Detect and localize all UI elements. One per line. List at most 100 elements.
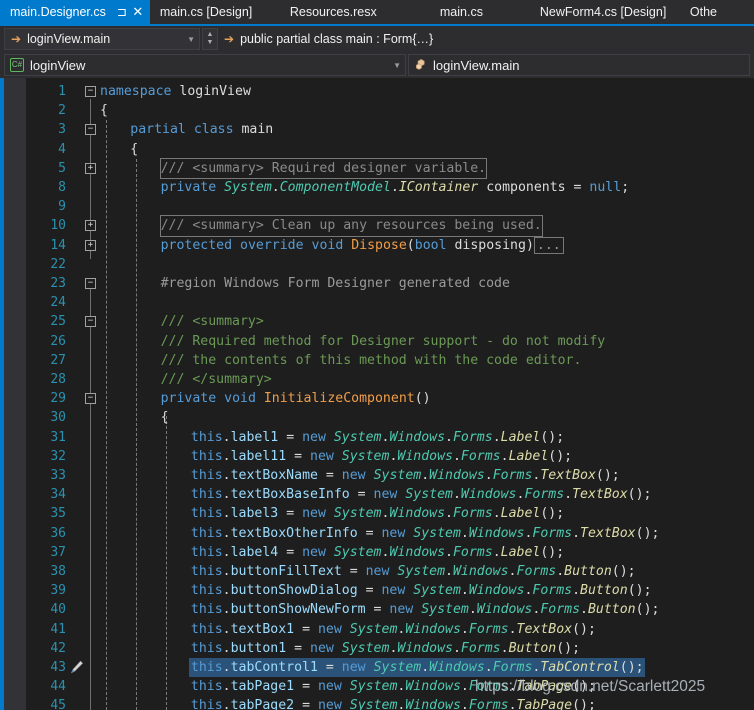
code-line[interactable]: private void InitializeComponent() [161, 389, 431, 408]
indent-guide-line [166, 416, 167, 710]
line-number: 3 [58, 122, 66, 138]
editor-tab-label: main.Designer.cs [10, 5, 106, 19]
collapse-region-button[interactable]: − [85, 86, 96, 97]
chevron-down-icon: ▼ [187, 34, 195, 44]
code-line[interactable]: /// the contents of this method with the… [161, 351, 582, 370]
fold-guide-line [90, 99, 91, 259]
chevron-up-icon: ▲ [206, 31, 214, 38]
code-line[interactable]: this.buttonFillText = new System.Windows… [191, 562, 636, 581]
code-line[interactable]: #region Windows Form Designer generated … [161, 274, 510, 293]
code-line[interactable]: this.label11 = new System.Windows.Forms.… [191, 447, 572, 466]
code-editor-surface[interactable]: 1− namespace loginView 2{3− partial class m… [0, 78, 754, 710]
method-icon [414, 58, 428, 72]
editor-tab-label: Othe [689, 5, 717, 19]
code-line[interactable]: this.label1 = new System.Windows.Forms.L… [191, 428, 564, 447]
code-text-area[interactable]: 1− namespace loginView 2{3− partial class m… [0, 78, 754, 710]
scope-dropdown[interactable]: ➔ loginView.main ▼ [4, 28, 200, 50]
editor-tab-label: main.cs [439, 5, 483, 19]
code-line[interactable]: { [100, 101, 108, 120]
editor-tab-5[interactable]: Othe [680, 0, 727, 24]
collapse-region-button[interactable]: − [85, 393, 96, 405]
code-line[interactable]: namespace loginView [100, 82, 251, 101]
chevron-down-icon: ▼ [206, 39, 214, 46]
code-line[interactable]: this.tabControl1 = new System.Windows.Fo… [191, 658, 644, 677]
line-number: 35 [50, 506, 66, 522]
collapsed-region-summary[interactable]: /// <summary> Clean up any resources bei… [159, 215, 543, 237]
close-icon[interactable]: ✕ [130, 0, 146, 24]
line-number: 27 [50, 352, 66, 368]
pin-icon[interactable]: ⊐ [114, 0, 130, 24]
class-signature-label: ➔ public partial class main : Form{…} [224, 28, 754, 50]
editor-tab-1[interactable]: main.cs [Design] [150, 0, 280, 24]
editor-tab-3[interactable]: main.cs [430, 0, 530, 24]
line-number: 33 [50, 468, 66, 483]
line-number: 1 [58, 84, 66, 99]
line-number: 2 [58, 103, 66, 119]
editor-tab-label: NewForm4.cs [Design] [539, 5, 667, 19]
scope-arrow-icon: ➔ [11, 32, 22, 46]
line-number: 22 [50, 256, 66, 272]
indent-guide-line [136, 158, 137, 710]
code-line[interactable]: this.tabPage2 = new System.Windows.Forms… [191, 696, 596, 710]
line-number: 39 [50, 583, 66, 599]
line-number: 26 [50, 333, 66, 349]
line-number: 44 [50, 679, 66, 695]
member-dropdown[interactable]: loginView.main [408, 54, 750, 76]
code-line[interactable]: { [130, 140, 138, 159]
line-number: 40 [50, 602, 66, 618]
line-number: 30 [50, 410, 66, 426]
code-line[interactable]: this.textBoxOtherInfo = new System.Windo… [191, 524, 660, 543]
collapse-region-button[interactable]: − [85, 124, 96, 136]
collapsed-region-summary[interactable]: /// <summary> Required designer variable… [159, 157, 488, 180]
line-number: 10 [50, 218, 66, 234]
line-number: 25 [50, 314, 66, 330]
code-line[interactable]: private System.ComponentModel.IContainer… [161, 178, 630, 197]
member-dropdown-value: loginView.main [433, 57, 520, 73]
code-line[interactable]: this.textBoxName = new System.Windows.Fo… [191, 466, 620, 485]
signature-arrow-icon: ➔ [224, 32, 235, 46]
code-line[interactable]: this.label4 = new System.Windows.Forms.L… [191, 543, 564, 562]
code-line[interactable]: this.tabPage1 = new System.Windows.Forms… [191, 677, 596, 696]
code-line[interactable]: partial class main [130, 120, 273, 139]
code-line[interactable]: this.button1 = new System.Windows.Forms.… [191, 639, 580, 658]
line-number: 34 [50, 487, 66, 503]
line-number: 41 [50, 621, 66, 637]
expand-region-button[interactable]: + [85, 162, 96, 174]
code-line[interactable]: /// Required method for Designer support… [161, 332, 606, 351]
editor-tab-4[interactable]: NewForm4.cs [Design] [530, 0, 680, 24]
line-number: 37 [50, 544, 66, 560]
editor-tab-0[interactable]: main.Designer.cs ⊐ ✕ [0, 0, 150, 24]
line-number: 31 [50, 429, 66, 445]
line-number: 32 [50, 448, 66, 464]
type-dropdown[interactable]: C# loginView ▼ [4, 54, 406, 76]
collapse-region-button[interactable]: − [85, 278, 96, 289]
code-line[interactable]: this.textBox1 = new System.Windows.Forms… [191, 620, 596, 639]
navigation-bar-member-row: C# loginView ▼ loginView.main [0, 52, 754, 78]
code-line[interactable]: /// <summary> [161, 312, 264, 331]
line-number: 43 [50, 660, 66, 675]
fold-guide-line [90, 277, 91, 710]
line-number: 42 [50, 640, 66, 656]
expand-region-button[interactable]: + [85, 220, 96, 232]
code-line[interactable]: this.label3 = new System.Windows.Forms.L… [191, 504, 564, 523]
code-line[interactable]: this.buttonShowDialog = new System.Windo… [191, 581, 652, 600]
line-number: 24 [50, 295, 66, 311]
line-number: 14 [50, 237, 66, 253]
editor-tab-2[interactable]: Resources.resx [280, 0, 430, 24]
code-line[interactable]: this.buttonShowNewForm = new System.Wind… [191, 600, 660, 619]
scope-spinner[interactable]: ▲ ▼ [202, 28, 218, 50]
code-line[interactable]: /// </summary> [161, 370, 272, 389]
line-number: 38 [50, 564, 66, 579]
line-number: 8 [58, 180, 66, 195]
code-line[interactable]: this.textBoxBaseInfo = new System.Window… [191, 485, 652, 504]
line-number: 5 [58, 160, 66, 176]
csharp-icon: C# [10, 58, 24, 72]
code-line[interactable]: protected override void Dispose(bool dis… [161, 236, 564, 255]
collapsed-body-ellipsis[interactable]: ... [533, 236, 564, 254]
line-number: 45 [50, 698, 66, 710]
code-line[interactable]: { [161, 408, 169, 427]
expand-region-button[interactable]: + [85, 239, 96, 251]
visual-studio-editor-window: main.Designer.cs ⊐ ✕ main.cs [Design] Resour… [0, 0, 754, 710]
navigation-bar-scope-row: ➔ loginView.main ▼ ▲ ▼ ➔ public partial … [0, 26, 754, 52]
collapse-region-button[interactable]: − [85, 316, 96, 328]
